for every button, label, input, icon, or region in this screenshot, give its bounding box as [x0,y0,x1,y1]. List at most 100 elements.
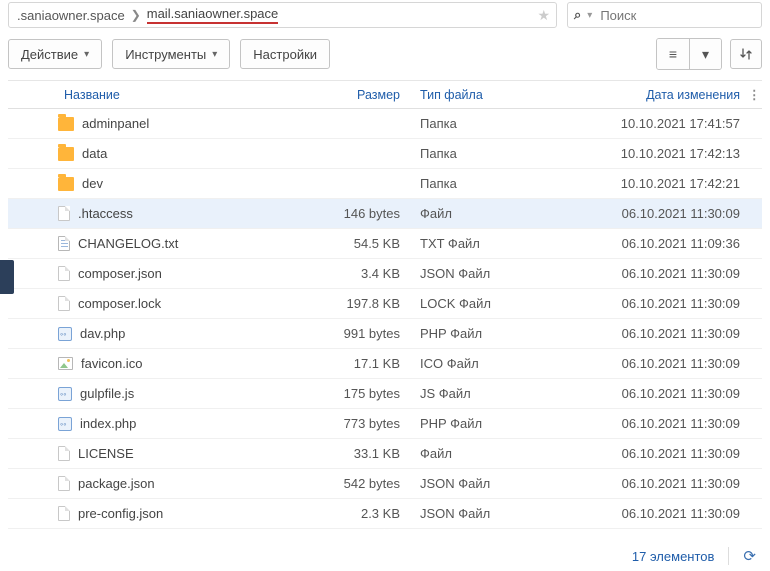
file-date: 06.10.2021 11:30:09 [560,266,748,281]
table-row[interactable]: CHANGELOG.txt 54.5 KBTXT Файл06.10.2021 1… [8,229,762,259]
list-view-icon[interactable]: ≡ [657,39,689,69]
file-icon [58,327,72,341]
header-size[interactable]: Размер [306,88,410,102]
table-row[interactable]: composer.lock197.8 KBLOCK Файл06.10.2021… [8,289,762,319]
dropdown-caret-icon[interactable]: ▾ [587,10,592,21]
file-icon [58,236,70,251]
file-date: 10.10.2021 17:42:21 [560,176,748,191]
header-menu-icon[interactable]: ⋮ [748,87,762,102]
footer: 17 элементов ⟳ [632,547,756,565]
table-row[interactable]: dataПапка10.10.2021 17:42:13 [8,139,762,169]
table-row[interactable]: pre-config.json2.3 KBJSON Файл06.10.2021… [8,499,762,529]
file-date: 10.10.2021 17:42:13 [560,146,748,161]
file-size: 54.5 KB [306,236,410,251]
file-type: PHP Файл [410,416,560,431]
action-button-label: Действие [21,47,78,62]
file-icon [58,476,70,491]
table-row[interactable]: dav.php991 bytesPHP Файл06.10.2021 11:30… [8,319,762,349]
refresh-icon[interactable]: ⟳ [743,547,756,565]
breadcrumb-current[interactable]: mail.saniaowner.space [147,6,279,24]
file-date: 06.10.2021 11:09:36 [560,236,748,251]
file-date: 06.10.2021 11:30:09 [560,416,748,431]
file-size: 2.3 KB [306,506,410,521]
file-size: 3.4 KB [306,266,410,281]
file-name: CHANGELOG.txt [78,236,178,251]
file-type: JSON Файл [410,506,560,521]
file-name: dev [82,176,103,191]
file-icon [58,206,70,221]
table-row[interactable]: composer.json3.4 KBJSON Файл06.10.2021 1… [8,259,762,289]
file-type: PHP Файл [410,326,560,341]
chevron-right-icon: ❯ [125,8,147,22]
file-name: pre-config.json [78,506,163,521]
file-name: composer.json [78,266,162,281]
file-date: 06.10.2021 11:30:09 [560,356,748,371]
table-row[interactable]: adminpanelПапка10.10.2021 17:41:57 [8,109,762,139]
view-caret-icon[interactable]: ▾ [689,39,721,69]
file-size: 542 bytes [306,476,410,491]
file-name: package.json [78,476,155,491]
action-button[interactable]: Действие ▾ [8,39,102,69]
table-row[interactable]: index.php 773 bytesPHP Файл06.10.2021 11:… [8,409,762,439]
file-icon [58,417,72,431]
file-date: 06.10.2021 11:30:09 [560,386,748,401]
header-name[interactable]: Название [56,88,306,102]
file-size: 33.1 KB [306,446,410,461]
breadcrumb[interactable]: .saniaowner.space ❯ mail.saniaowner.spac… [8,2,557,28]
table-row[interactable]: .htaccess146 bytesФайл06.10.2021 11:30:0… [8,199,762,229]
caret-down-icon: ▾ [212,49,217,60]
file-date: 06.10.2021 11:30:09 [560,476,748,491]
file-icon [58,266,70,281]
file-type: JS Файл [410,386,560,401]
tools-button-label: Инструменты [125,47,206,62]
folder-icon [58,177,74,191]
settings-button-label: Настройки [253,47,317,62]
file-name: LICENSE [78,446,134,461]
file-name: favicon.ico [81,356,142,371]
folder-icon [58,147,74,161]
table-row[interactable]: package.json542 bytesJSON Файл06.10.2021… [8,469,762,499]
search-input[interactable] [598,7,770,24]
file-size: 17.1 KB [306,356,410,371]
tools-button[interactable]: Инструменты ▾ [112,39,230,69]
settings-button[interactable]: Настройки [240,39,330,69]
table-row[interactable]: dev Папка10.10.2021 17:42:21 [8,169,762,199]
sort-icon [739,47,753,61]
search-icon: ⌕ [574,7,581,23]
search-box[interactable]: ⌕ ▾ [567,2,762,28]
file-icon [58,296,70,311]
star-icon[interactable]: ★ [537,7,550,24]
table-row[interactable]: LICENSE33.1 KBФайл06.10.2021 11:30:09 [8,439,762,469]
file-type: LOCK Файл [410,296,560,311]
file-icon [58,446,70,461]
sort-button[interactable] [730,39,762,69]
file-name: data [82,146,107,161]
file-size: 146 bytes [306,206,410,221]
file-name: index.php [80,416,136,431]
file-date: 06.10.2021 11:30:09 [560,296,748,311]
folder-icon [58,117,74,131]
header-date[interactable]: Дата изменения [560,88,748,102]
file-date: 10.10.2021 17:41:57 [560,116,748,131]
file-type: Папка [410,176,560,191]
file-size: 175 bytes [306,386,410,401]
file-type: TXT Файл [410,236,560,251]
header-type[interactable]: Тип файла [410,88,560,102]
file-size: 197.8 KB [306,296,410,311]
file-size: 991 bytes [306,326,410,341]
left-panel-stub [0,260,14,294]
file-icon [58,357,73,370]
file-name: gulpfile.js [80,386,134,401]
table-row[interactable]: favicon.ico 17.1 KBICO Файл06.10.2021 11:… [8,349,762,379]
table-row[interactable]: gulpfile.js 175 bytesJS Файл06.10.2021 11… [8,379,762,409]
file-type: ICO Файл [410,356,560,371]
item-count: 17 элементов [632,549,715,564]
table-header-row: Название Размер Тип файла Дата изменения… [8,81,762,109]
file-name: .htaccess [78,206,133,221]
file-type: Файл [410,446,560,461]
breadcrumb-root[interactable]: .saniaowner.space [17,8,125,23]
footer-separator [728,547,729,565]
file-date: 06.10.2021 11:30:09 [560,206,748,221]
file-size: 773 bytes [306,416,410,431]
file-date: 06.10.2021 11:30:09 [560,326,748,341]
